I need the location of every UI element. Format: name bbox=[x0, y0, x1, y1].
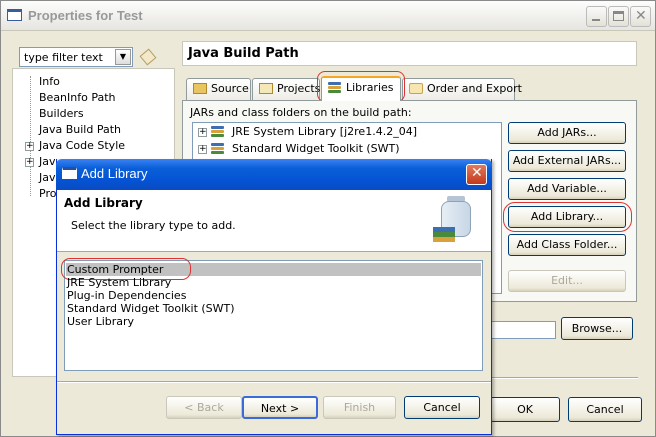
close-button[interactable]: ✕ bbox=[630, 6, 651, 27]
dialog-close-button[interactable]: ✕ bbox=[466, 164, 487, 185]
page-title: Java Build Path bbox=[188, 46, 299, 61]
finish-button[interactable]: Finish bbox=[323, 396, 396, 419]
add-jars-button[interactable]: Add JARs... bbox=[508, 122, 626, 144]
library-icon bbox=[328, 81, 342, 93]
projects-folder-icon bbox=[259, 83, 273, 94]
expand-icon[interactable]: + bbox=[198, 145, 207, 154]
expand-icon[interactable]: + bbox=[198, 128, 207, 137]
browse-button[interactable]: Browse... bbox=[561, 317, 633, 340]
filter-combo[interactable]: type filter text ▼ bbox=[19, 47, 133, 67]
maximize-button[interactable] bbox=[608, 6, 629, 27]
list-item-custom-prompter[interactable]: Custom Prompter bbox=[67, 263, 163, 276]
ok-button[interactable]: OK bbox=[490, 397, 560, 422]
order-export-icon bbox=[409, 83, 423, 94]
close-icon: ✕ bbox=[471, 165, 483, 181]
expand-icon[interactable]: + bbox=[25, 142, 34, 151]
build-path-entry-jre[interactable]: JRE System Library [j2re1.4.2_04] bbox=[232, 125, 417, 138]
window-icon bbox=[7, 9, 22, 21]
source-folder-icon bbox=[193, 83, 207, 94]
library-jar-icon bbox=[433, 196, 479, 242]
edit-button[interactable]: Edit... bbox=[508, 270, 626, 292]
chevron-down-icon[interactable]: ▼ bbox=[115, 49, 131, 65]
cancel-button[interactable]: Cancel bbox=[568, 397, 642, 422]
add-external-jars-button[interactable]: Add External JARs... bbox=[508, 150, 626, 172]
dialog-separator bbox=[57, 381, 491, 383]
tree-item-builders[interactable]: Builders bbox=[39, 107, 84, 121]
library-icon bbox=[211, 142, 225, 154]
tree-item-info[interactable]: Info bbox=[39, 75, 60, 89]
tab-order-and-export[interactable]: Order and Export bbox=[402, 78, 522, 101]
tree-item-java-build-path[interactable]: Java Build Path bbox=[39, 123, 121, 137]
list-item-plug-in-dependencies[interactable]: Plug-in Dependencies bbox=[67, 289, 186, 302]
maximize-icon bbox=[613, 11, 624, 21]
list-item-swt[interactable]: Standard Widget Toolkit (SWT) bbox=[67, 302, 235, 315]
list-item-jre-system-library[interactable]: JRE System Library bbox=[67, 276, 171, 289]
tab-libraries[interactable]: Libraries bbox=[321, 76, 401, 101]
tree-item-beaninfo-path[interactable]: BeanInfo Path bbox=[39, 91, 116, 105]
page-title-box: Java Build Path bbox=[182, 41, 637, 66]
dialog-cancel-button[interactable]: Cancel bbox=[404, 396, 480, 419]
back-button[interactable]: < Back bbox=[166, 396, 242, 419]
dialog-heading: Add Library bbox=[64, 196, 143, 210]
tree-item-java-code-style[interactable]: Java Code Style bbox=[39, 139, 125, 153]
jars-label: JARs and class folders on the build path… bbox=[190, 106, 412, 119]
tree-item-jav[interactable]: Jav bbox=[39, 171, 56, 185]
window-title: Properties for Test bbox=[28, 8, 143, 23]
add-class-folder-button[interactable]: Add Class Folder... bbox=[508, 234, 626, 256]
library-icon bbox=[211, 125, 225, 137]
minimize-button[interactable] bbox=[586, 6, 607, 27]
tab-source[interactable]: Source bbox=[186, 78, 251, 101]
list-item-user-library[interactable]: User Library bbox=[67, 315, 134, 328]
footer-separator bbox=[490, 377, 638, 379]
next-button[interactable]: Next > bbox=[242, 396, 318, 419]
output-folder-field[interactable] bbox=[490, 321, 556, 339]
dialog-description: Select the library type to add. bbox=[71, 219, 236, 232]
window-title-bar[interactable]: Properties for Test bbox=[1, 1, 655, 31]
tree-item-pro[interactable]: Pro bbox=[39, 187, 56, 201]
close-icon: ✕ bbox=[635, 8, 647, 24]
dialog-header: Add Library Select the library type to a… bbox=[57, 190, 491, 252]
add-library-button[interactable]: Add Library... bbox=[508, 206, 626, 228]
add-variable-button[interactable]: Add Variable... bbox=[508, 178, 626, 200]
build-path-entry-swt[interactable]: Standard Widget Toolkit (SWT) bbox=[232, 142, 400, 155]
minimize-icon bbox=[592, 19, 600, 21]
filter-input[interactable]: type filter text bbox=[24, 51, 103, 64]
tab-projects[interactable]: Projects bbox=[252, 78, 320, 101]
dialog-window-icon bbox=[62, 167, 77, 179]
expand-icon[interactable]: + bbox=[25, 158, 34, 167]
dialog-title: Add Library bbox=[81, 166, 148, 181]
dialog-title-bar[interactable]: Add Library bbox=[56, 159, 492, 190]
